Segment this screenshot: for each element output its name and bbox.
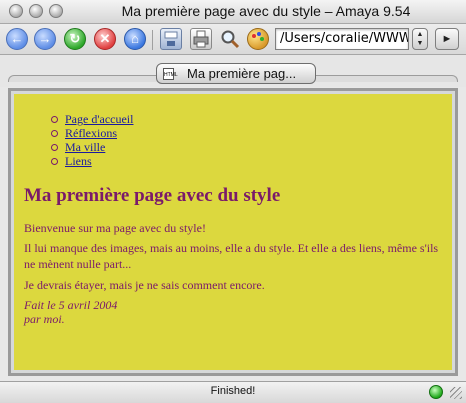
- menu-item: Ma ville: [51, 140, 133, 154]
- find-icon[interactable]: [219, 28, 241, 50]
- bullet-icon: [51, 116, 58, 123]
- nav-menu: Page d'accueil Réflexions Ma ville Liens: [51, 112, 133, 168]
- tab-bar: HTML Ma première pag...: [0, 55, 466, 87]
- save-icon[interactable]: [160, 28, 182, 50]
- url-input[interactable]: /Users/coralie/WWW: [275, 28, 409, 50]
- status-bar: Finished!: [0, 381, 466, 403]
- minimize-window-button[interactable]: [29, 4, 43, 18]
- document-page[interactable]: Page d'accueil Réflexions Ma ville Liens…: [14, 94, 452, 370]
- menu-item: Page d'accueil: [51, 112, 133, 126]
- menu-item: Liens: [51, 154, 133, 168]
- document-frame: Page d'accueil Réflexions Ma ville Liens…: [8, 88, 458, 376]
- toolbar: ← → ↻ ✕ ⌂ /Users/coralie/WWW ▲ ▼ ►: [0, 24, 466, 55]
- reload-icon[interactable]: ↻: [64, 28, 86, 50]
- status-text: Finished!: [210, 385, 256, 397]
- paragraph-welcome: Bienvenue sur ma page avec du style!: [24, 221, 206, 235]
- back-icon[interactable]: ←: [6, 28, 28, 50]
- menu-item: Réflexions: [51, 126, 133, 140]
- tab-label: Ma première pag...: [187, 66, 297, 81]
- paragraph-style: Il lui manque des images, mais au moins,…: [24, 241, 439, 271]
- window-title: Ma première page avec du style – Amaya 9…: [121, 3, 411, 19]
- stop-icon[interactable]: ✕: [94, 28, 116, 50]
- link-reflexions[interactable]: Réflexions: [65, 126, 117, 140]
- link-liens[interactable]: Liens: [65, 154, 92, 168]
- title-bar: Ma première page avec du style – Amaya 9…: [0, 0, 466, 24]
- bullet-icon: [51, 130, 58, 137]
- bullet-icon: [51, 144, 58, 151]
- palette-icon[interactable]: [247, 28, 269, 50]
- signature-author: par moi.: [24, 312, 65, 326]
- home-icon[interactable]: ⌂: [124, 28, 146, 50]
- forward-icon[interactable]: →: [34, 28, 56, 50]
- url-go-button[interactable]: ►: [435, 28, 459, 50]
- page-heading: Ma première page avec du style: [24, 185, 281, 206]
- signature-date: Fait le 5 avril 2004: [24, 298, 118, 312]
- html-document-icon: HTML: [163, 68, 178, 80]
- status-light-icon: [429, 385, 443, 399]
- paragraph-etayer: Je devrais étayer, mais je ne sais comme…: [24, 278, 265, 292]
- bullet-icon: [51, 158, 58, 165]
- close-window-button[interactable]: [9, 4, 23, 18]
- signature: Fait le 5 avril 2004 par moi.: [24, 298, 117, 326]
- zoom-window-button[interactable]: [49, 4, 63, 18]
- link-ma-ville[interactable]: Ma ville: [65, 140, 105, 154]
- toolbar-separator: [152, 30, 153, 50]
- print-icon[interactable]: [190, 28, 212, 50]
- link-page-accueil[interactable]: Page d'accueil: [65, 112, 133, 126]
- document-tab[interactable]: HTML Ma première pag...: [156, 63, 316, 84]
- resize-grip-icon[interactable]: [450, 387, 462, 399]
- url-history-stepper[interactable]: ▲ ▼: [412, 28, 428, 50]
